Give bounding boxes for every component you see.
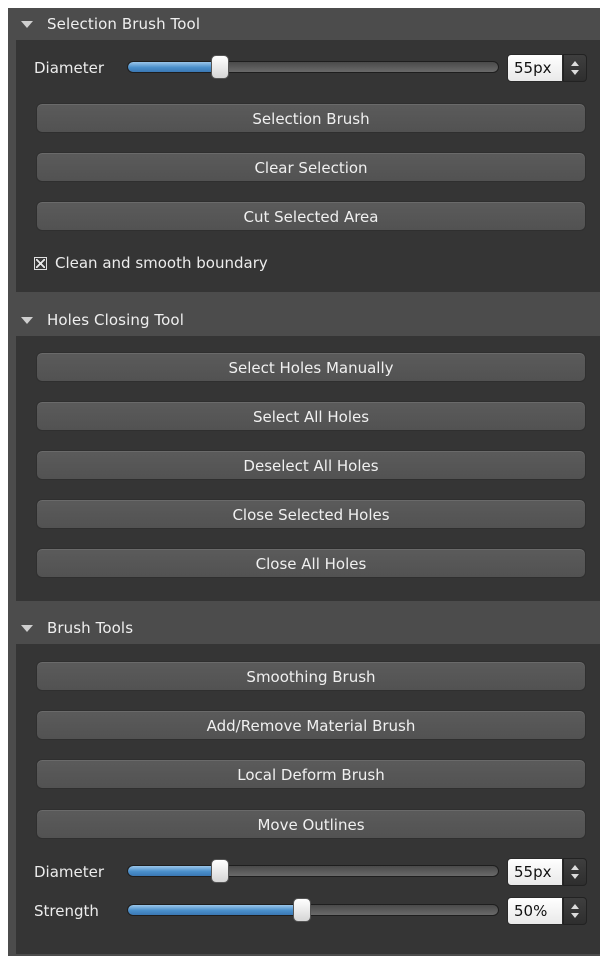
spinner-arrows-icon[interactable] <box>563 54 587 82</box>
diameter-slider-row: Diameter 55px <box>34 53 594 83</box>
spinner-arrows-icon[interactable] <box>563 897 587 925</box>
spin-down-icon[interactable] <box>571 70 579 75</box>
checkbox-checked-icon[interactable] <box>34 256 47 270</box>
holes-closing-section: Select Holes Manually Select All Holes D… <box>16 336 600 601</box>
smoothing-brush-button[interactable]: Smoothing Brush <box>36 661 586 691</box>
close-selected-holes-button[interactable]: Close Selected Holes <box>36 499 586 529</box>
local-deform-brush-button[interactable]: Local Deform Brush <box>36 759 586 789</box>
clean-smooth-boundary-label: Clean and smooth boundary <box>55 254 268 272</box>
section-title: Holes Closing Tool <box>47 311 184 329</box>
strength-slider-track[interactable] <box>127 904 499 916</box>
strength-label: Strength <box>34 902 99 920</box>
clean-smooth-boundary-checkbox-row[interactable]: Clean and smooth boundary <box>34 252 268 274</box>
holes-closing-section-header[interactable]: Holes Closing Tool <box>8 304 600 336</box>
diameter-value[interactable]: 55px <box>507 858 563 886</box>
section-title: Brush Tools <box>47 619 134 637</box>
selection-brush-button[interactable]: Selection Brush <box>36 103 586 133</box>
collapse-triangle-icon[interactable] <box>21 21 33 28</box>
select-all-holes-button[interactable]: Select All Holes <box>36 401 586 431</box>
diameter-spinbox[interactable]: 55px <box>507 54 587 82</box>
spin-down-icon[interactable] <box>571 913 579 918</box>
select-holes-manually-button[interactable]: Select Holes Manually <box>36 352 586 382</box>
diameter-label: Diameter <box>34 59 105 77</box>
collapse-triangle-icon[interactable] <box>21 625 33 632</box>
tools-panel: Selection Brush Tool Diameter 55px Selec… <box>8 8 600 956</box>
strength-slider-handle[interactable] <box>292 898 311 922</box>
cut-selected-area-button[interactable]: Cut Selected Area <box>36 201 586 231</box>
move-outlines-button[interactable]: Move Outlines <box>36 809 586 839</box>
diameter-slider-fill <box>128 62 221 72</box>
selection-brush-section-header[interactable]: Selection Brush Tool <box>8 8 600 40</box>
spinner-arrows-icon[interactable] <box>563 858 587 886</box>
strength-slider-row: Strength 50% <box>34 896 594 926</box>
close-all-holes-button[interactable]: Close All Holes <box>36 548 586 578</box>
diameter-slider-track[interactable] <box>127 865 499 877</box>
diameter-slider-handle[interactable] <box>211 859 229 883</box>
diameter-slider-handle[interactable] <box>211 55 229 79</box>
diameter-value[interactable]: 55px <box>507 54 563 82</box>
spin-down-icon[interactable] <box>571 874 579 879</box>
brush-diameter-slider-row: Diameter 55px <box>34 857 594 887</box>
strength-spinbox[interactable]: 50% <box>507 897 587 925</box>
spin-up-icon[interactable] <box>571 61 579 66</box>
add-remove-material-brush-button[interactable]: Add/Remove Material Brush <box>36 710 586 740</box>
deselect-all-holes-button[interactable]: Deselect All Holes <box>36 450 586 480</box>
clear-selection-button[interactable]: Clear Selection <box>36 152 586 182</box>
strength-slider-fill <box>128 905 303 915</box>
diameter-slider-track[interactable] <box>127 61 499 73</box>
diameter-slider-fill <box>128 866 221 876</box>
collapse-triangle-icon[interactable] <box>21 317 33 324</box>
diameter-spinbox[interactable]: 55px <box>507 858 587 886</box>
section-title: Selection Brush Tool <box>47 15 201 33</box>
brush-tools-section: Smoothing Brush Add/Remove Material Brus… <box>16 644 600 954</box>
strength-value[interactable]: 50% <box>507 897 563 925</box>
spin-up-icon[interactable] <box>571 865 579 870</box>
diameter-label: Diameter <box>34 863 105 881</box>
brush-tools-section-header[interactable]: Brush Tools <box>8 612 600 644</box>
spin-up-icon[interactable] <box>571 904 579 909</box>
selection-brush-section: Diameter 55px Selection Brush Clear Sele… <box>16 40 600 292</box>
